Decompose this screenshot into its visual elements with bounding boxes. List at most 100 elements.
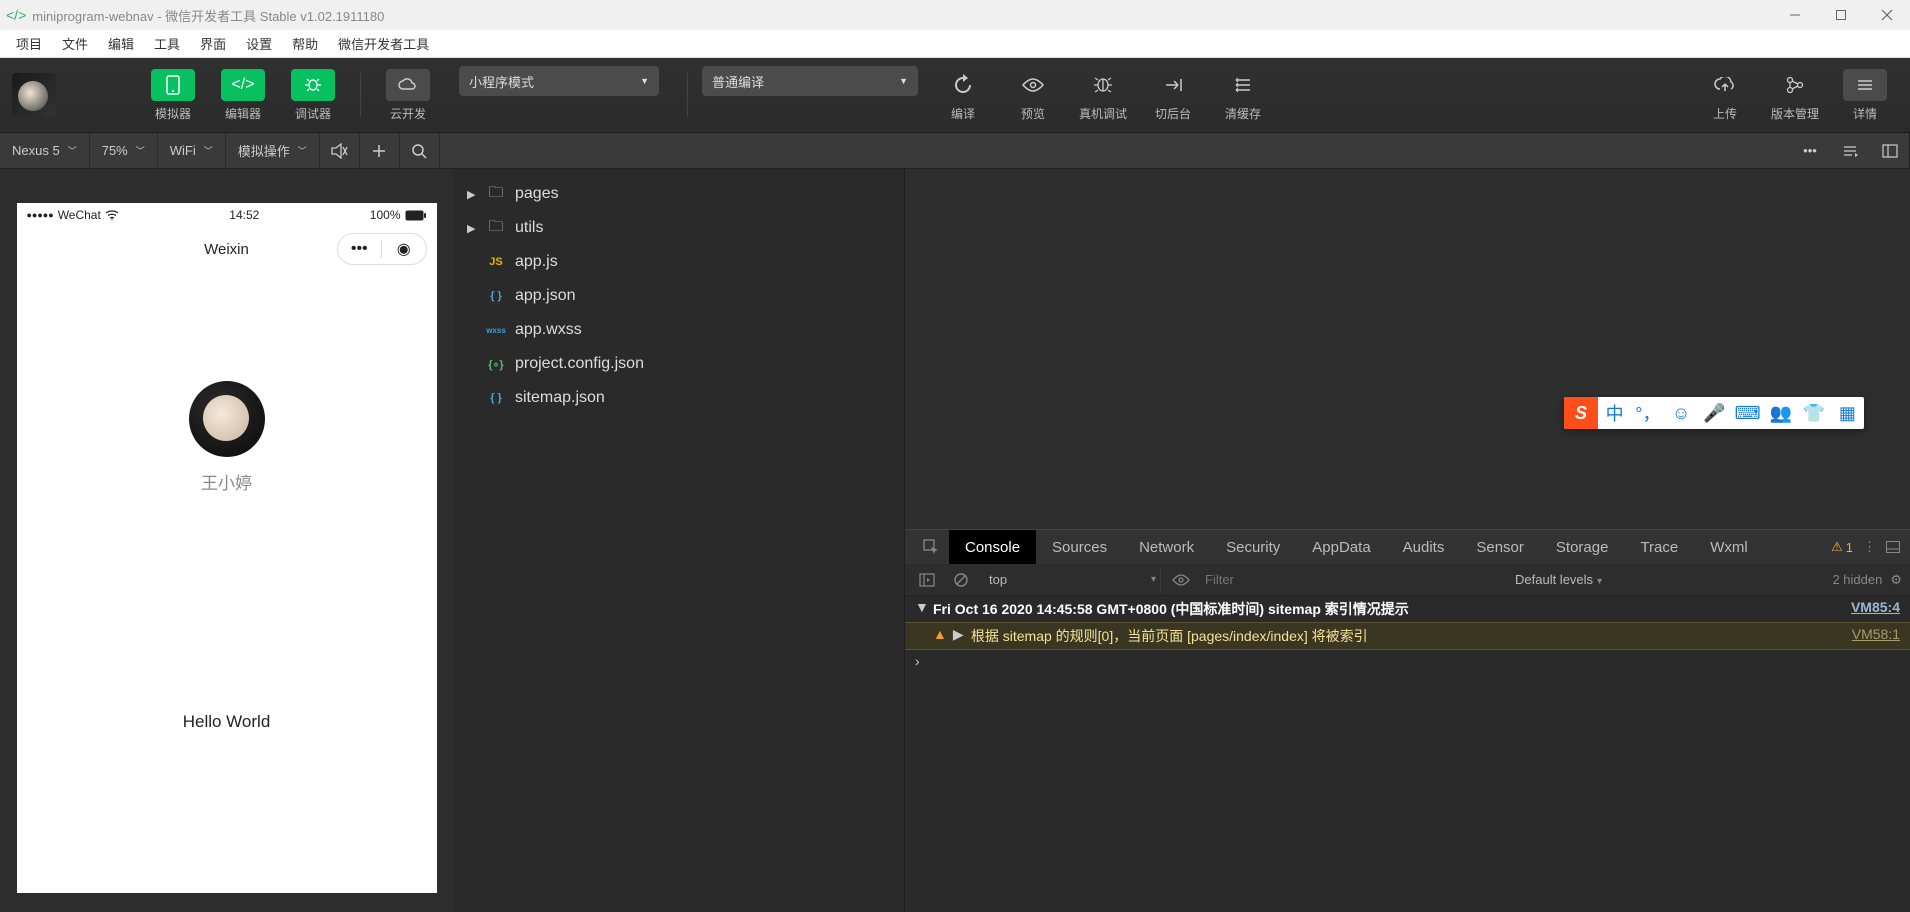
capsule-close-icon[interactable]: ◉	[382, 239, 426, 259]
details-button[interactable]	[1843, 69, 1887, 101]
battery-icon	[405, 210, 427, 221]
preview-button[interactable]	[1011, 69, 1055, 101]
hidden-count[interactable]: 2 hidden	[1832, 572, 1882, 587]
file-app-json[interactable]: { }app.json	[453, 279, 904, 313]
prompt-icon: ›	[915, 653, 927, 669]
menu-settings[interactable]: 设置	[236, 30, 282, 57]
editor-toggle[interactable]: </>	[221, 69, 265, 101]
phone-statusbar: ●●●●●WeChat 14:52 100%	[17, 203, 437, 227]
menu-interface[interactable]: 界面	[190, 30, 236, 57]
file-sitemap-json[interactable]: { }sitemap.json	[453, 381, 904, 415]
menu-file[interactable]: 文件	[52, 30, 98, 57]
tab-wxml[interactable]: Wxml	[1694, 530, 1764, 564]
tab-sensor[interactable]: Sensor	[1460, 530, 1540, 564]
ime-mic-button[interactable]: 🎤	[1698, 403, 1731, 424]
real-debug-button[interactable]	[1081, 69, 1125, 101]
ime-shirt-button[interactable]: 👕	[1798, 403, 1831, 424]
log-group-header[interactable]: ▼ Fri Oct 16 2020 14:45:58 GMT+0800 (中国标…	[905, 596, 1910, 622]
tab-storage[interactable]: Storage	[1540, 530, 1625, 564]
preview-label: 预览	[1021, 105, 1045, 122]
mock-selector[interactable]: 模拟操作﹀	[226, 133, 320, 169]
live-expression-icon[interactable]	[1167, 564, 1195, 596]
simulator-label: 模拟器	[155, 105, 191, 122]
ime-emoji-button[interactable]: ☺	[1665, 403, 1698, 424]
tab-security[interactable]: Security	[1210, 530, 1296, 564]
log-levels-selector[interactable]: Default levels	[1507, 572, 1616, 587]
menu-project[interactable]: 项目	[6, 30, 52, 57]
console-prompt[interactable]: ›	[905, 650, 1910, 672]
compile-button[interactable]	[941, 69, 985, 101]
profile-avatar[interactable]	[189, 381, 265, 457]
user-avatar[interactable]	[12, 73, 56, 117]
search-button[interactable]	[400, 133, 440, 169]
chevron-down-icon: ﹀	[136, 144, 145, 157]
file-app-wxss[interactable]: wxssapp.wxss	[453, 313, 904, 347]
more-button[interactable]: •••	[1790, 133, 1830, 169]
log-source-link[interactable]: VM85:4	[1851, 599, 1900, 615]
background-button[interactable]	[1151, 69, 1195, 101]
hello-text: Hello World	[183, 712, 271, 732]
simulator-device: ●●●●●WeChat 14:52 100% Weixin ••• ◉ 王小婷 …	[17, 203, 437, 893]
cloud-label: 云开发	[390, 105, 426, 122]
tab-trace[interactable]: Trace	[1624, 530, 1694, 564]
tab-console[interactable]: Console	[949, 530, 1036, 564]
ime-lang-button[interactable]: 中	[1598, 400, 1631, 426]
maximize-button[interactable]	[1818, 0, 1864, 30]
ime-keyboard-button[interactable]: ⌨	[1731, 403, 1764, 424]
ime-skin-button[interactable]: 👥	[1764, 403, 1797, 424]
ime-punct-button[interactable]: °，	[1631, 400, 1664, 426]
menu-edit[interactable]: 编辑	[98, 30, 144, 57]
wifi-icon	[105, 210, 119, 220]
devtools-dock-icon[interactable]	[1886, 541, 1900, 553]
caret-right-icon: ▶	[467, 222, 477, 235]
warnings-badge[interactable]: ⚠1	[1831, 539, 1853, 555]
tab-audits[interactable]: Audits	[1387, 530, 1461, 564]
clear-cache-button[interactable]	[1221, 69, 1265, 101]
version-button[interactable]	[1773, 69, 1817, 101]
clear-console-icon[interactable]	[947, 564, 975, 596]
layout-button[interactable]	[1870, 133, 1910, 169]
folder-utils[interactable]: ▶🗀utils	[453, 211, 904, 245]
minimize-button[interactable]	[1772, 0, 1818, 30]
tab-network[interactable]: Network	[1123, 530, 1210, 564]
context-selector[interactable]: top	[981, 567, 1161, 593]
ime-logo-icon[interactable]: S	[1564, 397, 1598, 429]
devtools-menu-icon[interactable]: ⋮	[1863, 539, 1876, 555]
mode-dropdown[interactable]: 小程序模式▼	[459, 66, 659, 96]
inspect-icon[interactable]	[913, 530, 949, 564]
profile-name: 王小婷	[201, 469, 252, 494]
mute-button[interactable]	[320, 133, 360, 169]
menu-tools[interactable]: 工具	[144, 30, 190, 57]
toggle-sidebar-icon[interactable]	[913, 564, 941, 596]
file-project-config[interactable]: {∘}project.config.json	[453, 347, 904, 381]
network-selector[interactable]: WiFi﹀	[158, 133, 226, 169]
console-controls: top Default levels 2 hidden ⚙	[905, 564, 1910, 596]
cloud-dev-button[interactable]	[386, 69, 430, 101]
log-source-link[interactable]: VM58:1	[1852, 626, 1900, 642]
compile-mode-dropdown[interactable]: 普通编译▼	[702, 66, 918, 96]
capsule-menu-icon[interactable]: •••	[338, 240, 382, 258]
folder-pages[interactable]: ▶🗀pages	[453, 177, 904, 211]
ime-toolbar[interactable]: S 中 °， ☺ 🎤 ⌨ 👥 👕 ▦	[1564, 397, 1864, 429]
upload-button[interactable]	[1703, 69, 1747, 101]
zoom-selector[interactable]: 75%﹀	[90, 133, 158, 169]
debugger-toggle[interactable]	[291, 69, 335, 101]
console-settings-icon[interactable]: ⚙	[1890, 572, 1902, 588]
file-app-js[interactable]: JSapp.js	[453, 245, 904, 279]
ime-toolbox-button[interactable]: ▦	[1831, 403, 1864, 424]
tab-sources[interactable]: Sources	[1036, 530, 1123, 564]
tab-appdata[interactable]: AppData	[1296, 530, 1386, 564]
close-button[interactable]	[1864, 0, 1910, 30]
toolbar-separator	[360, 73, 361, 117]
clear-cache-label: 清缓存	[1225, 105, 1261, 122]
capsule-button[interactable]: ••• ◉	[337, 233, 427, 265]
log-warning-row[interactable]: ▲ ▶ 根据 sitemap 的规则[0]，当前页面 [pages/index/…	[905, 622, 1910, 650]
collapse-button[interactable]	[1830, 133, 1870, 169]
device-selector[interactable]: Nexus 5﹀	[0, 133, 90, 169]
menu-help[interactable]: 帮助	[282, 30, 328, 57]
simulator-toggle[interactable]	[151, 69, 195, 101]
menu-wechat-devtools[interactable]: 微信开发者工具	[328, 30, 439, 57]
console-filter-input[interactable]	[1201, 568, 1501, 591]
background-label: 切后台	[1155, 105, 1191, 122]
new-file-button[interactable]	[360, 133, 400, 169]
